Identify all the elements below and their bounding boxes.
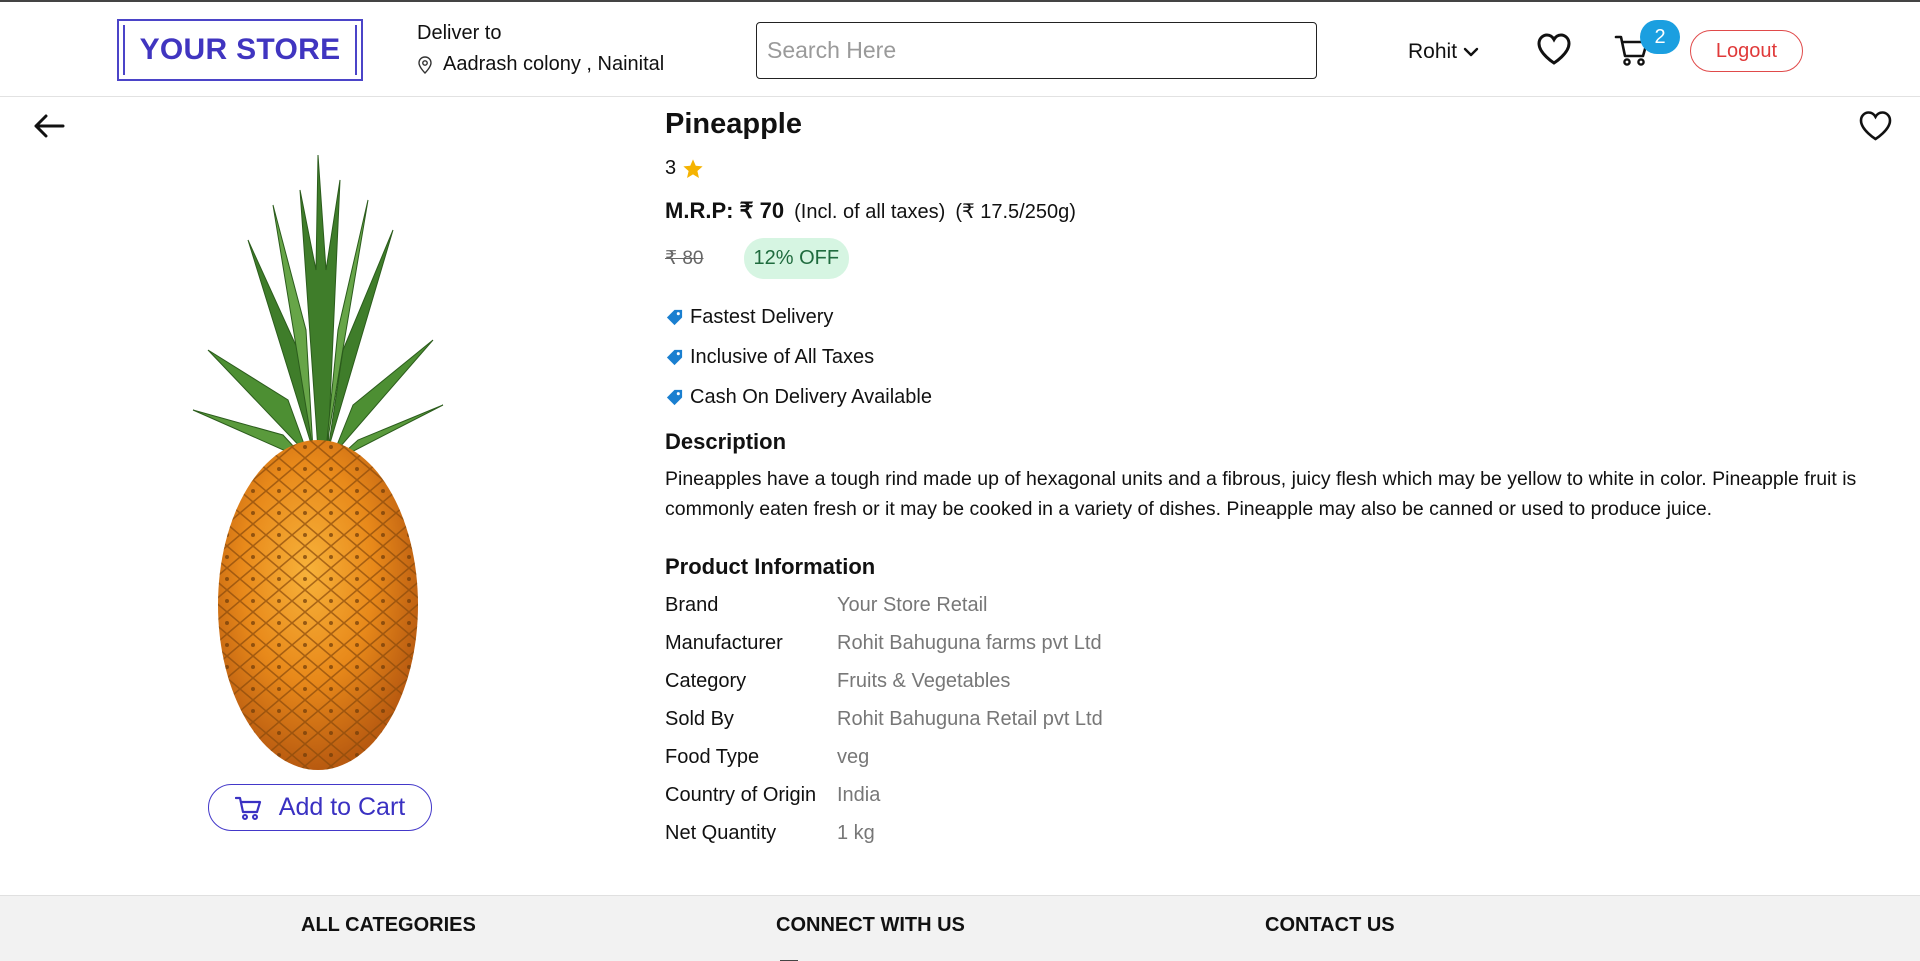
product-information-heading: Product Information <box>665 554 876 579</box>
feature-item: Cash On Delivery Available <box>665 377 1895 417</box>
add-to-cart-button[interactable]: Add to Cart <box>208 784 432 831</box>
info-key: Category <box>665 669 747 692</box>
location-pin-icon <box>418 55 432 74</box>
feature-list: Fastest Delivery Inclusive of All Taxes … <box>665 297 1895 417</box>
info-row: Food Type veg <box>665 738 1895 776</box>
feature-item: Fastest Delivery <box>665 297 1895 337</box>
tag-icon <box>666 349 683 365</box>
description-section: Description Pineapples have a tough rind… <box>665 429 1895 524</box>
info-value: Rohit Bahuguna Retail pvt Ltd <box>837 707 1103 730</box>
info-value: veg <box>837 745 870 768</box>
info-key: Country of Origin <box>665 783 817 806</box>
original-price: ₹ 80 <box>665 248 704 269</box>
info-value: Your Store Retail <box>837 593 988 616</box>
tag-icon <box>666 389 683 405</box>
info-key: Brand <box>665 593 719 616</box>
info-value: Rohit Bahuguna farms pvt Ltd <box>837 631 1102 654</box>
info-key: Manufacturer <box>665 631 783 654</box>
user-name: Rohit <box>1408 40 1458 63</box>
wishlist-heart-icon[interactable] <box>1536 32 1572 66</box>
product-title: Pineapple <box>665 108 802 140</box>
star-icon <box>683 158 703 178</box>
product-information-table: Brand Your Store Retail Manufacturer Rohit… <box>665 586 1895 852</box>
product-information-section: Product Information Brand Your Store Reta… <box>665 554 1895 852</box>
cart-count-badge: 2 <box>1640 20 1680 54</box>
info-value: 1 kg <box>837 821 875 844</box>
header: YOUR STORE Deliver to Aadrash colony , N… <box>0 0 1920 97</box>
info-row: Sold By Rohit Bahuguna Retail pvt Ltd <box>665 700 1895 738</box>
delivery-address: Aadrash colony , Nainital <box>417 53 664 76</box>
logout-button[interactable]: Logout <box>1690 30 1803 72</box>
info-value: Fruits & Vegetables <box>837 669 1011 692</box>
product-details: Pineapple 3 M.R.P: ₹ 70 (Incl. of all ta… <box>665 108 1895 852</box>
add-to-wishlist-heart-icon[interactable] <box>1858 110 1893 142</box>
add-to-cart-label: Add to Cart <box>278 793 406 821</box>
discount-row: ₹ 80 12% OFF <box>665 238 1895 279</box>
store-logo[interactable]: YOUR STORE <box>117 19 363 81</box>
footer-all-categories: ALL CATEGORIES <box>301 914 476 936</box>
info-row: Country of Origin India <box>665 776 1895 814</box>
info-row: Brand Your Store Retail <box>665 586 1895 624</box>
tag-icon <box>666 309 683 325</box>
tax-note: (Incl. of all taxes) <box>794 201 946 223</box>
chevron-down-icon <box>1463 47 1479 57</box>
info-row: Category Fruits & Vegetables <box>665 662 1895 700</box>
description-text: Pineapples have a tough rind made up of … <box>665 468 1857 520</box>
delivery-location[interactable]: Deliver to Aadrash colony , Nainital <box>417 22 664 76</box>
product-image <box>192 154 444 770</box>
delivery-address-text: Aadrash colony , Nainital <box>443 53 665 75</box>
deliver-to-label: Deliver to <box>417 22 502 44</box>
feature-label: Fastest Delivery <box>690 305 834 328</box>
product-rating: 3 <box>665 157 1895 180</box>
footer-connect-with-us: CONNECT WITH US <box>776 914 965 936</box>
description-heading: Description <box>665 429 787 454</box>
price-row: M.R.P: ₹ 70 (Incl. of all taxes) (₹ 17.5… <box>665 198 1895 224</box>
info-key: Sold By <box>665 707 734 730</box>
info-row: Net Quantity 1 kg <box>665 814 1895 852</box>
info-key: Net Quantity <box>665 821 777 844</box>
mrp-price: M.R.P: ₹ 70 <box>665 198 785 223</box>
rating-value: 3 <box>665 157 677 179</box>
search-input[interactable] <box>756 22 1317 79</box>
unit-price: (₹ 17.5/250g) <box>955 201 1076 223</box>
discount-badge: 12% OFF <box>743 238 850 279</box>
feature-label: Inclusive of All Taxes <box>690 345 875 368</box>
arrow-left-icon[interactable] <box>33 114 65 138</box>
info-key: Food Type <box>665 745 760 768</box>
footer-contact-us: CONTACT US <box>1265 914 1395 936</box>
feature-item: Inclusive of All Taxes <box>665 337 1895 377</box>
cart-icon <box>234 796 261 820</box>
footer: ALL CATEGORIES CONNECT WITH US CONTACT U… <box>0 895 1920 961</box>
info-row: Manufacturer Rohit Bahuguna farms pvt Ltd <box>665 624 1895 662</box>
store-logo-text: YOUR STORE <box>123 25 357 75</box>
info-value: India <box>837 783 881 806</box>
user-menu[interactable]: Rohit <box>1408 40 1479 64</box>
feature-label: Cash On Delivery Available <box>690 385 932 408</box>
